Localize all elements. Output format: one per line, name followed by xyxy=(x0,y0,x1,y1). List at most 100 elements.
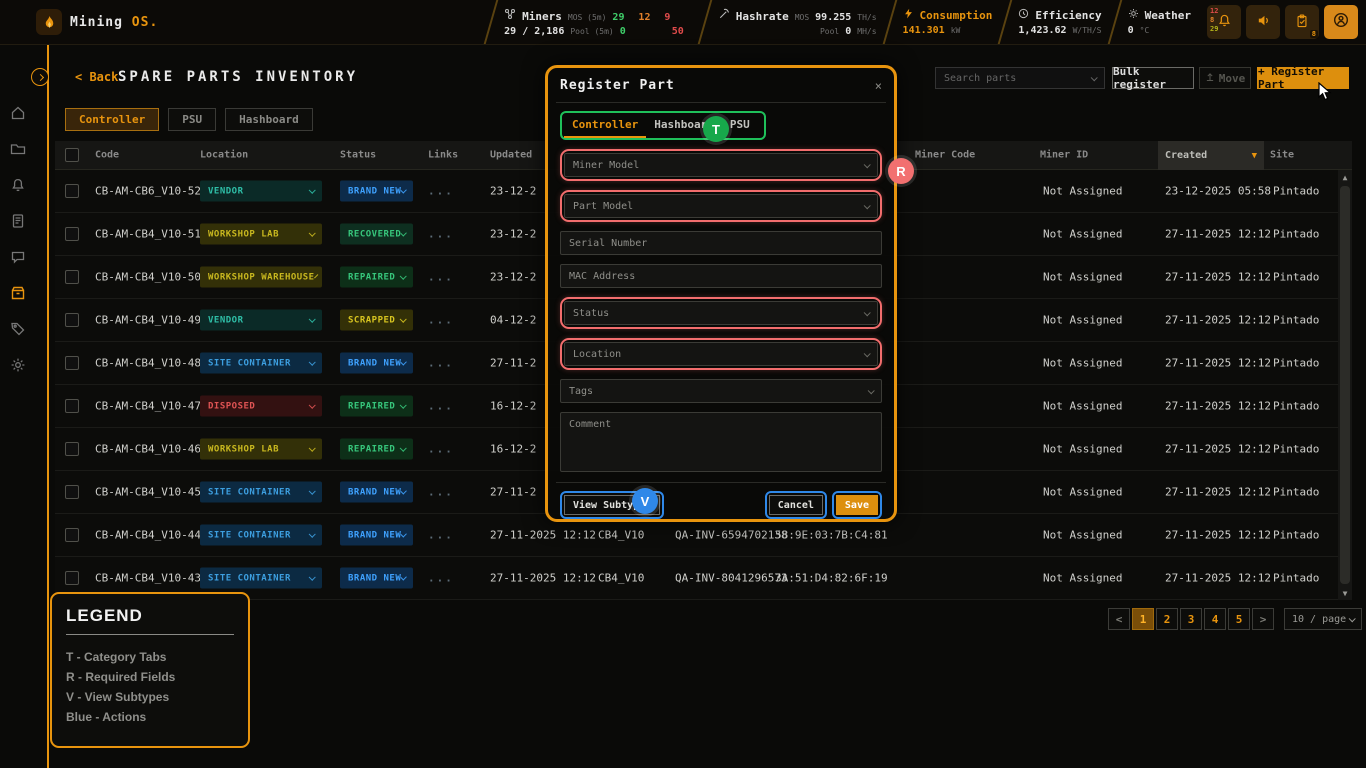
cell-updated: 23-12-2 xyxy=(490,271,536,284)
sidebar-item-inventory[interactable] xyxy=(10,285,26,301)
sidebar-item-home[interactable] xyxy=(10,105,26,121)
modal-close-button[interactable]: × xyxy=(875,79,882,93)
links-menu[interactable]: ... xyxy=(428,228,454,241)
row-checkbox[interactable] xyxy=(65,184,79,198)
move-button[interactable]: Move xyxy=(1199,67,1251,89)
modal-tab-controller[interactable]: Controller xyxy=(564,115,646,138)
tab-hashboard[interactable]: Hashboard xyxy=(225,108,313,131)
location-select[interactable]: Location xyxy=(564,342,878,366)
speaker-icon xyxy=(1256,13,1271,32)
row-checkbox[interactable] xyxy=(65,485,79,499)
links-menu[interactable]: ... xyxy=(428,529,454,542)
tab-psu[interactable]: PSU xyxy=(168,108,216,131)
register-part-button[interactable]: + Register Part xyxy=(1257,67,1349,89)
sound-button[interactable] xyxy=(1246,5,1280,39)
status-select[interactable]: BRAND NEW xyxy=(340,568,413,589)
sidebar-item-messages[interactable] xyxy=(10,249,26,265)
status-select[interactable]: BRAND NEW xyxy=(340,181,413,202)
tasks-button[interactable]: 8 xyxy=(1285,5,1319,39)
cell-code: CB-AM-CB4_V10-44 xyxy=(95,529,201,542)
location-select[interactable]: SITE CONTAINER xyxy=(200,353,322,374)
row-checkbox[interactable] xyxy=(65,528,79,542)
page-button-5[interactable]: 5 xyxy=(1228,608,1250,630)
page-prev-button[interactable]: < xyxy=(1108,608,1130,630)
status-select[interactable]: SCRAPPED xyxy=(340,310,413,331)
part-model-select[interactable]: Part Model xyxy=(564,194,878,218)
select-all-checkbox[interactable] xyxy=(65,148,79,162)
table-scrollbar[interactable]: ▲ ▼ xyxy=(1338,170,1352,600)
sidebar-item-reports[interactable] xyxy=(10,213,26,229)
row-checkbox[interactable] xyxy=(65,356,79,370)
links-menu[interactable]: ... xyxy=(428,486,454,499)
chevron-down-icon xyxy=(868,387,875,394)
required-annotation: Miner Model xyxy=(560,149,882,181)
comment-textarea[interactable]: Comment xyxy=(560,412,882,472)
page-size-select[interactable]: 10 / page xyxy=(1284,608,1362,630)
cell-updated: 04-12-2 xyxy=(490,314,536,327)
status-select[interactable]: Status xyxy=(564,301,878,325)
tab-controller[interactable]: Controller xyxy=(65,108,159,131)
links-menu[interactable]: ... xyxy=(428,572,454,585)
cancel-button[interactable]: Cancel xyxy=(769,495,823,515)
sidebar-item-settings[interactable] xyxy=(10,357,26,373)
row-checkbox[interactable] xyxy=(65,313,79,327)
bulk-register-button[interactable]: Bulk register xyxy=(1112,67,1194,89)
status-select[interactable]: REPAIRED xyxy=(340,396,413,417)
tags-select[interactable]: Tags xyxy=(560,379,882,403)
status-select[interactable]: REPAIRED xyxy=(340,439,413,460)
links-menu[interactable]: ... xyxy=(428,271,454,284)
row-checkbox[interactable] xyxy=(65,270,79,284)
status-select[interactable]: BRAND NEW xyxy=(340,525,413,546)
status-select[interactable]: BRAND NEW xyxy=(340,353,413,374)
links-menu[interactable]: ... xyxy=(428,400,454,413)
search-parts-select[interactable]: Search parts xyxy=(935,67,1105,89)
row-checkbox[interactable] xyxy=(65,227,79,241)
status-value: REPAIRED xyxy=(348,444,395,454)
expand-panel-button[interactable] xyxy=(31,68,49,86)
cell-miner-id: Not Assigned xyxy=(1043,443,1122,456)
status-select[interactable]: BRAND NEW xyxy=(340,482,413,503)
scrollbar-thumb[interactable] xyxy=(1340,186,1350,584)
status-select[interactable]: REPAIRED xyxy=(340,267,413,288)
chevron-down-icon xyxy=(400,273,407,280)
col-created-sort[interactable]: Created ▼ xyxy=(1158,141,1264,170)
back-link[interactable]: < Back xyxy=(75,70,118,84)
page-button-3[interactable]: 3 xyxy=(1180,608,1202,630)
row-checkbox[interactable] xyxy=(65,442,79,456)
location-select[interactable]: SITE CONTAINER xyxy=(200,568,322,589)
sidebar-item-alerts[interactable] xyxy=(10,177,26,193)
page-button-1[interactable]: 1 xyxy=(1132,608,1154,630)
links-menu[interactable]: ... xyxy=(428,185,454,198)
sidebar-item-tags[interactable] xyxy=(10,321,26,337)
location-select[interactable]: VENDOR xyxy=(200,181,322,202)
save-button[interactable]: Save xyxy=(836,495,878,515)
location-select[interactable]: WORKSHOP WAREHOUSE xyxy=(200,267,322,288)
location-select[interactable]: VENDOR xyxy=(200,310,322,331)
links-menu[interactable]: ... xyxy=(428,357,454,370)
page-button-4[interactable]: 4 xyxy=(1204,608,1226,630)
status-select[interactable]: RECOVERED xyxy=(340,224,413,245)
account-button[interactable] xyxy=(1324,5,1358,39)
row-checkbox[interactable] xyxy=(65,399,79,413)
location-select[interactable]: WORKSHOP LAB xyxy=(200,439,322,460)
location-select[interactable]: DISPOSED xyxy=(200,396,322,417)
chevron-down-icon xyxy=(400,445,407,452)
page-button-2[interactable]: 2 xyxy=(1156,608,1178,630)
row-checkbox[interactable] xyxy=(65,571,79,585)
location-select[interactable]: WORKSHOP LAB xyxy=(200,224,322,245)
links-menu[interactable]: ... xyxy=(428,443,454,456)
notifications-button[interactable]: 12 8 29 xyxy=(1207,5,1241,39)
serial-number-input[interactable]: Serial Number xyxy=(560,231,882,255)
mac-address-input[interactable]: MAC Address xyxy=(560,264,882,288)
scroll-down-icon[interactable]: ▼ xyxy=(1338,586,1352,600)
brand-name: Mining OS. xyxy=(70,15,158,30)
sidebar-item-folders[interactable] xyxy=(10,141,26,157)
sun-icon xyxy=(1128,8,1139,19)
miner-model-select[interactable]: Miner Model xyxy=(564,153,878,177)
scroll-up-icon[interactable]: ▲ xyxy=(1338,170,1352,184)
col-updated: Updated xyxy=(490,150,532,161)
links-menu[interactable]: ... xyxy=(428,314,454,327)
location-select[interactable]: SITE CONTAINER xyxy=(200,482,322,503)
location-select[interactable]: SITE CONTAINER xyxy=(200,525,322,546)
page-next-button[interactable]: > xyxy=(1252,608,1274,630)
